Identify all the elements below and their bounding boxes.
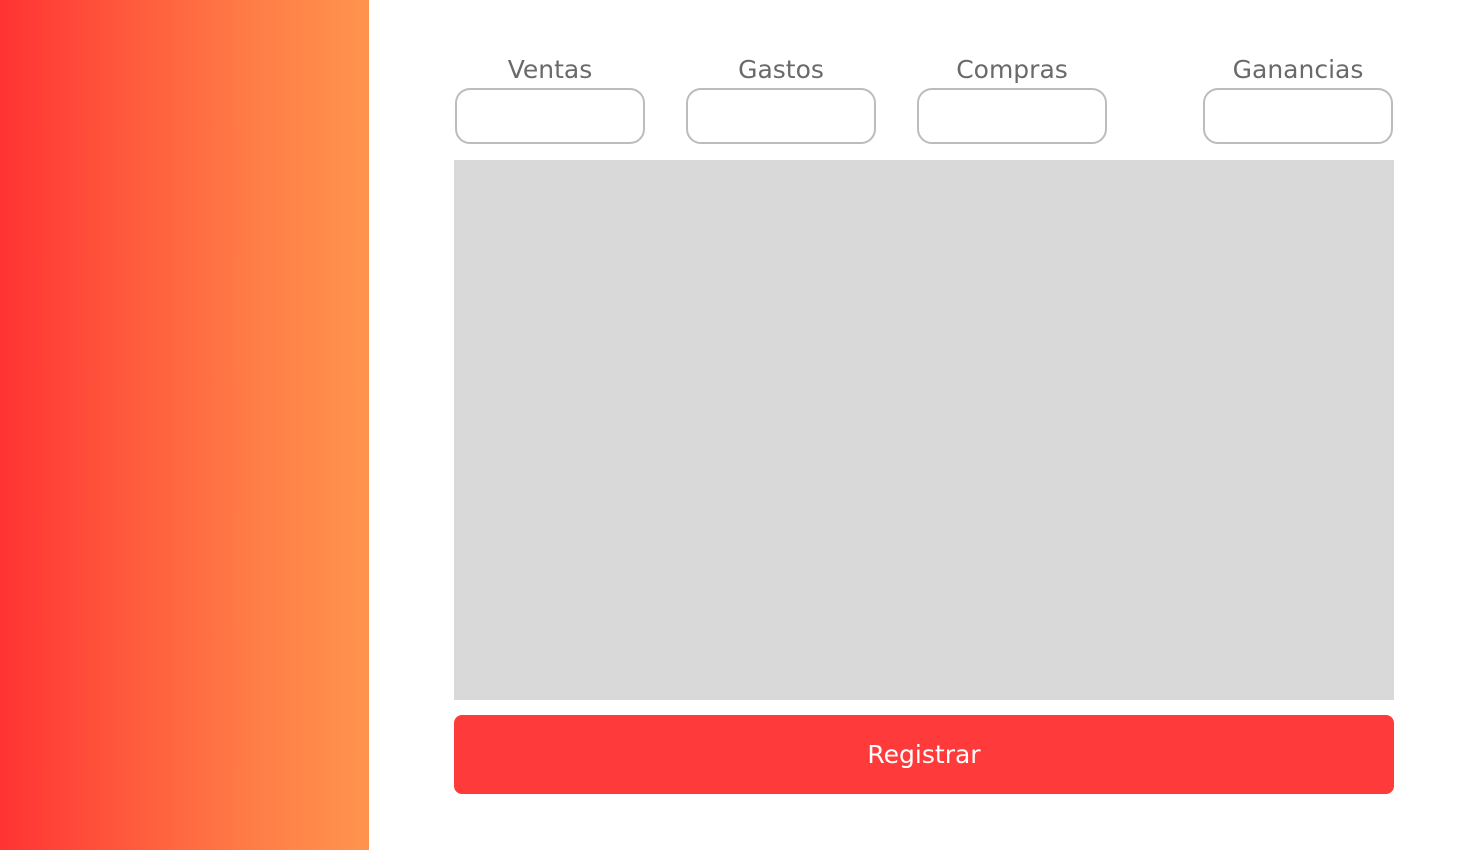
gastos-input[interactable] [686, 88, 876, 144]
sidebar-gradient-panel [0, 0, 369, 850]
gastos-label: Gastos [738, 55, 824, 84]
app-window: Ventas Gastos Compras Ganancias Registra… [0, 0, 1480, 850]
register-button[interactable]: Registrar [454, 715, 1394, 794]
compras-label: Compras [956, 55, 1068, 84]
main-content: Ventas Gastos Compras Ganancias Registra… [369, 0, 1480, 850]
ventas-input[interactable] [455, 88, 645, 144]
records-panel [454, 160, 1394, 700]
ganancias-input[interactable] [1203, 88, 1393, 144]
compras-input[interactable] [917, 88, 1107, 144]
ventas-label: Ventas [507, 55, 593, 84]
ganancias-label: Ganancias [1232, 55, 1364, 84]
